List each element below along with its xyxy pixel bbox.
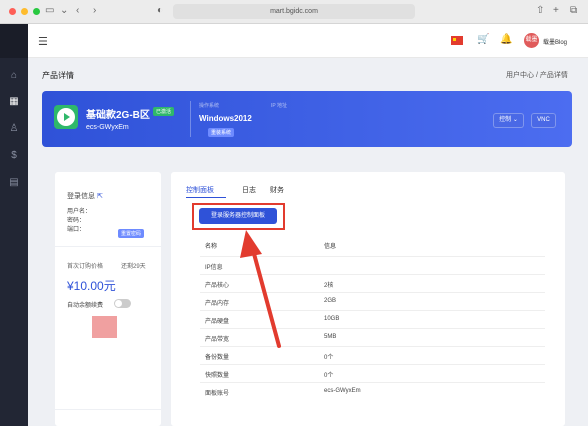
login-info-card: 登录信息 ⇱ 用户名： 密码： 端口： 重置密码 首次订购价格 还剩29天 ¥1… xyxy=(55,172,161,426)
row-key: 快照数量 xyxy=(205,373,230,379)
reinstall-button[interactable]: 重装系统 xyxy=(208,128,235,137)
product-banner: 基础款2G-B区 已激活 ecs-GWyxEm 操作系统 IP 地址 Windo… xyxy=(42,91,572,147)
tab-log[interactable]: 日志 xyxy=(242,185,256,195)
browser-toolbar: ▭ ⌄ ‹ › ◐ mart.bgidc.com ⇧ + ⧉ xyxy=(0,0,588,24)
table-row: 快照数量 0个 xyxy=(200,364,545,382)
row-value: 0个 xyxy=(324,373,334,379)
column-header-info: 信息 xyxy=(324,244,337,250)
breadcrumb[interactable]: 用户中心 / 产品详情 xyxy=(506,70,568,80)
row-value: 2核 xyxy=(324,283,334,289)
row-key: 产品核心 xyxy=(205,283,230,289)
sidebar-logo-area xyxy=(0,24,28,58)
row-value: 2GB xyxy=(324,298,337,304)
app-header: ☰ 🛒 🔔 载墨 载墨Blog xyxy=(28,24,588,58)
divider xyxy=(55,409,161,410)
remaining-days: 还剩29天 xyxy=(121,264,146,270)
chevron-down-icon[interactable]: ⌄ xyxy=(60,5,68,17)
power-status-icon xyxy=(54,105,78,129)
tab-control-panel[interactable]: 控制面板 xyxy=(186,185,214,195)
row-key: 备份数量 xyxy=(205,355,230,361)
divider xyxy=(190,101,191,137)
language-flag-icon[interactable] xyxy=(451,36,463,45)
active-tab-indicator xyxy=(186,197,226,198)
os-label: 操作系统 xyxy=(199,103,220,109)
forward-icon[interactable]: › xyxy=(93,5,96,17)
username-label: 用户名： xyxy=(67,209,92,215)
column-header-name: 名称 xyxy=(205,244,218,250)
control-dropdown-button[interactable]: 控制 ⌄ xyxy=(493,113,524,128)
close-window-icon[interactable] xyxy=(9,8,16,15)
row-key: 产品带宽 xyxy=(205,337,230,343)
username-dropdown[interactable]: 载墨Blog xyxy=(543,37,567,46)
tab-finance[interactable]: 财务 xyxy=(270,185,284,195)
nav-sidebar: ⌂ ▦ ♙ $ ▤ xyxy=(0,24,28,426)
expand-icon: ⇱ xyxy=(96,193,103,200)
grid-icon[interactable]: ▦ xyxy=(8,96,20,108)
row-key: 产品内存 xyxy=(205,301,230,307)
zoom-window-icon[interactable] xyxy=(33,8,40,15)
login-control-panel-button[interactable]: 登录服务器控制面板 xyxy=(199,208,277,224)
control-panel-card: 控制面板 日志 财务 登录服务器控制面板 名称 信息 IP信息产品核心 2核产品内… xyxy=(171,172,565,426)
user-icon[interactable]: ♙ xyxy=(8,123,20,135)
table-row: 备份数量 0个 xyxy=(200,346,545,364)
port-label: 端口： xyxy=(67,227,86,233)
row-value: ecs-GWyxEm xyxy=(324,388,361,394)
table-row: 产品核心 2核 xyxy=(200,274,545,292)
auto-renew-label: 自动余额续费 xyxy=(67,303,104,309)
os-value: Windows2012 xyxy=(199,114,252,123)
first-price-label: 首次订购价格 xyxy=(67,264,104,270)
row-key: IP信息 xyxy=(205,265,223,271)
table-row: 产品带宽 5MB xyxy=(200,328,545,346)
auto-renew-toggle[interactable] xyxy=(114,299,131,308)
avatar[interactable]: 载墨 xyxy=(524,33,539,48)
minimize-window-icon[interactable] xyxy=(21,8,28,15)
blurred-qr-image xyxy=(92,316,117,338)
control-label: 控制 xyxy=(499,117,512,123)
cart-icon[interactable]: 🛒 xyxy=(477,34,489,45)
home-icon[interactable]: ⌂ xyxy=(8,70,20,82)
sidebar-toggle-icon[interactable]: ▭ xyxy=(45,5,54,17)
product-id: ecs-GWyxEm xyxy=(86,124,129,131)
bell-icon[interactable]: 🔔 xyxy=(500,34,512,45)
row-value: 0个 xyxy=(324,355,334,361)
address-bar[interactable]: mart.bgidc.com xyxy=(173,4,415,19)
status-badge: 已激活 xyxy=(153,107,175,116)
menu-icon[interactable]: ☰ xyxy=(38,35,48,48)
table-row: 产品内存 2GB xyxy=(200,292,545,310)
new-tab-icon[interactable]: + xyxy=(553,5,559,17)
back-icon[interactable]: ‹ xyxy=(76,5,79,17)
url-text: mart.bgidc.com xyxy=(270,8,318,15)
table-row: 面板账号 ecs-GWyxEm xyxy=(200,382,545,400)
row-key: 产品硬盘 xyxy=(205,319,230,325)
page-title: 产品详情 xyxy=(42,71,74,80)
ip-label: IP 地址 xyxy=(271,103,288,109)
row-value: 10GB xyxy=(324,316,340,322)
finance-icon[interactable]: $ xyxy=(8,150,20,162)
table-row: 产品硬盘 10GB xyxy=(200,310,545,328)
table-row: IP信息 xyxy=(200,256,545,274)
row-key: 面板账号 xyxy=(205,391,230,397)
reset-password-button[interactable]: 重置密码 xyxy=(118,229,145,238)
tab-overview-icon[interactable]: ⧉ xyxy=(570,5,577,17)
login-info-rows: 用户名： 密码： 端口： xyxy=(67,208,91,235)
vnc-button[interactable]: VNC xyxy=(531,113,556,128)
share-icon[interactable]: ⇧ xyxy=(536,5,544,17)
row-value: 5MB xyxy=(324,334,337,340)
password-label: 密码： xyxy=(67,218,86,224)
ticket-icon[interactable]: ▤ xyxy=(8,177,20,189)
price-value: ¥10.00元 xyxy=(67,279,116,293)
privacy-shield-icon[interactable]: ◐ xyxy=(157,5,163,17)
login-info-title: 登录信息 ⇱ xyxy=(67,193,103,200)
divider xyxy=(55,246,161,247)
product-name: 基础款2G-B区 xyxy=(86,110,150,121)
